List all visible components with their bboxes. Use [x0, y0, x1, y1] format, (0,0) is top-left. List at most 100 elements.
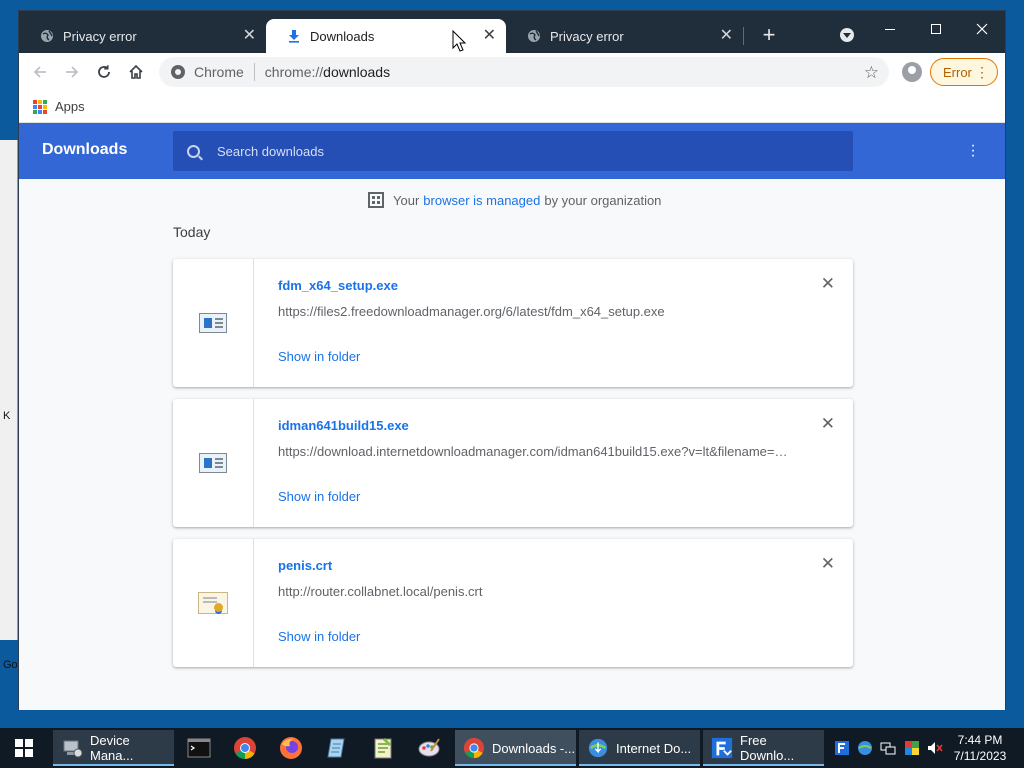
exe-file-icon — [199, 313, 227, 333]
search-placeholder: Search downloads — [217, 143, 324, 159]
show-in-folder-link[interactable]: Show in folder — [278, 349, 360, 364]
chrome-window: Privacy error ✕ Downloads ✕ Privacy erro… — [18, 10, 1006, 710]
apps-label: Apps — [55, 99, 85, 114]
desktop-fragment-text: Go — [3, 659, 18, 671]
paint-icon[interactable] — [417, 736, 441, 760]
volume-muted-icon[interactable] — [927, 740, 943, 756]
desktop-fragment-text: K — [3, 410, 11, 422]
notepad-icon[interactable] — [325, 736, 349, 760]
exe-file-icon — [199, 453, 227, 473]
browser-toolbar: Chrome chrome://downloads ☆ Error ⋮ — [19, 53, 1005, 91]
taskbar-label: Free Downlo... — [740, 733, 795, 763]
network-icon[interactable] — [880, 740, 896, 756]
error-label: Error — [943, 64, 972, 80]
close-tab-icon[interactable]: ✕ — [243, 28, 256, 44]
download-item: idman641build15.exe https://download.int… — [173, 399, 853, 527]
home-button[interactable] — [125, 61, 147, 83]
taskbar-free-download-manager[interactable]: Free Downlo... — [703, 730, 824, 766]
download-filename-link[interactable]: fdm_x64_setup.exe — [278, 278, 398, 293]
taskbar-device-manager[interactable]: Device Mana... — [53, 730, 174, 766]
more-actions-icon[interactable]: · · · — [969, 138, 977, 164]
tab-label: Downloads — [310, 28, 375, 44]
taskbar-label: Downloads -... — [492, 740, 576, 756]
download-item: penis.crt http://router.collabnet.local/… — [173, 539, 853, 667]
idm-tray-icon[interactable] — [857, 740, 873, 756]
download-filename-link[interactable]: idman641build15.exe — [278, 418, 409, 433]
file-icon-column — [173, 259, 254, 387]
windows-logo-icon — [15, 739, 33, 757]
apps-grid-icon — [33, 99, 47, 114]
address-bar[interactable]: Chrome chrome://downloads ☆ — [159, 57, 889, 87]
file-icon-column — [173, 399, 254, 527]
tab-label: Privacy error — [63, 28, 137, 44]
taskbar-internet-download-manager[interactable]: Internet Do... — [579, 730, 700, 766]
bookmark-star-icon[interactable]: ☆ — [864, 63, 879, 83]
downloads-header: Downloads Search downloads · · · — [19, 123, 1005, 179]
site-info-chip[interactable]: Chrome — [171, 64, 244, 80]
taskbar-label: Device Mana... — [90, 733, 134, 763]
tab-search-icon[interactable] — [840, 28, 854, 42]
close-tab-icon[interactable]: ✕ — [483, 28, 496, 44]
show-in-folder-link[interactable]: Show in folder — [278, 629, 360, 644]
idm-icon — [588, 738, 608, 758]
fdm-icon — [711, 737, 733, 759]
color-icon[interactable] — [904, 740, 920, 756]
remove-download-icon[interactable]: ✕ — [821, 555, 835, 573]
device-manager-icon — [63, 740, 83, 758]
firefox-icon[interactable] — [279, 736, 303, 760]
show-in-folder-link[interactable]: Show in folder — [278, 489, 360, 504]
taskbar-label: Internet Do... — [616, 740, 692, 756]
download-url[interactable]: http://router.collabnet.local/penis.crt — [278, 584, 788, 599]
notepadpp-icon[interactable] — [371, 736, 395, 760]
globe-icon — [39, 28, 55, 44]
search-icon — [187, 144, 200, 158]
tab-downloads[interactable]: Downloads ✕ — [266, 19, 506, 53]
maximize-button[interactable] — [913, 15, 959, 43]
back-button[interactable] — [29, 61, 51, 83]
download-url[interactable]: https://files2.freedownloadmanager.org/6… — [278, 304, 788, 319]
scheme-label: Chrome — [194, 64, 244, 80]
taskbar: Device Mana... Downloads -... Internet D… — [0, 728, 1024, 768]
file-icon-column — [173, 539, 254, 667]
taskbar-chrome-downloads[interactable]: Downloads -... — [455, 730, 576, 766]
start-button[interactable] — [0, 728, 48, 768]
downloads-list: Your browser is managed by your organiza… — [19, 179, 1005, 710]
profile-avatar-icon[interactable] — [902, 62, 922, 82]
minimize-button[interactable] — [867, 15, 913, 43]
remove-download-icon[interactable]: ✕ — [821, 415, 835, 433]
globe-icon — [526, 28, 542, 44]
chrome-icon — [463, 737, 485, 759]
search-downloads-input[interactable]: Search downloads — [173, 131, 853, 171]
certificate-icon — [198, 592, 228, 614]
bookmarks-bar: Apps — [19, 91, 1005, 123]
building-icon — [368, 192, 384, 208]
forward-button[interactable] — [61, 61, 83, 83]
remove-download-icon[interactable]: ✕ — [821, 275, 835, 293]
download-icon — [286, 28, 302, 44]
tab-separator — [743, 27, 744, 45]
tab-privacy-error-2[interactable]: Privacy error ✕ — [506, 19, 743, 53]
error-menu-button[interactable]: Error ⋮ — [930, 58, 998, 86]
tab-privacy-error-1[interactable]: Privacy error ✕ — [19, 19, 266, 53]
download-url[interactable]: https://download.internetdownloadmanager… — [278, 444, 788, 459]
apps-shortcut[interactable]: Apps — [33, 99, 85, 114]
tab-strip: Privacy error ✕ Downloads ✕ Privacy erro… — [19, 11, 1005, 53]
managed-notice: Your browser is managed by your organiza… — [368, 192, 661, 208]
background-window-edge — [0, 140, 18, 640]
managed-link[interactable]: browser is managed — [423, 193, 540, 208]
reload-button[interactable] — [93, 61, 115, 83]
system-clock[interactable]: 7:44 PM 7/11/2023 — [950, 732, 1010, 764]
close-tab-icon[interactable]: ✕ — [720, 28, 733, 44]
page-title: Downloads — [42, 141, 128, 158]
kebab-menu-icon: ⋮ — [975, 64, 989, 80]
clock-date: 7/11/2023 — [953, 749, 1007, 763]
download-item: fdm_x64_setup.exe https://files2.freedow… — [173, 259, 853, 387]
download-filename-link[interactable]: penis.crt — [278, 558, 332, 573]
new-tab-button[interactable]: + — [757, 23, 781, 47]
close-window-button[interactable] — [959, 15, 1005, 43]
fdm-tray-icon[interactable] — [834, 740, 850, 756]
cmd-icon[interactable] — [187, 736, 211, 760]
date-section-header: Today — [173, 224, 211, 240]
chrome-icon[interactable] — [233, 736, 257, 760]
url-text[interactable]: chrome://downloads — [265, 64, 390, 80]
